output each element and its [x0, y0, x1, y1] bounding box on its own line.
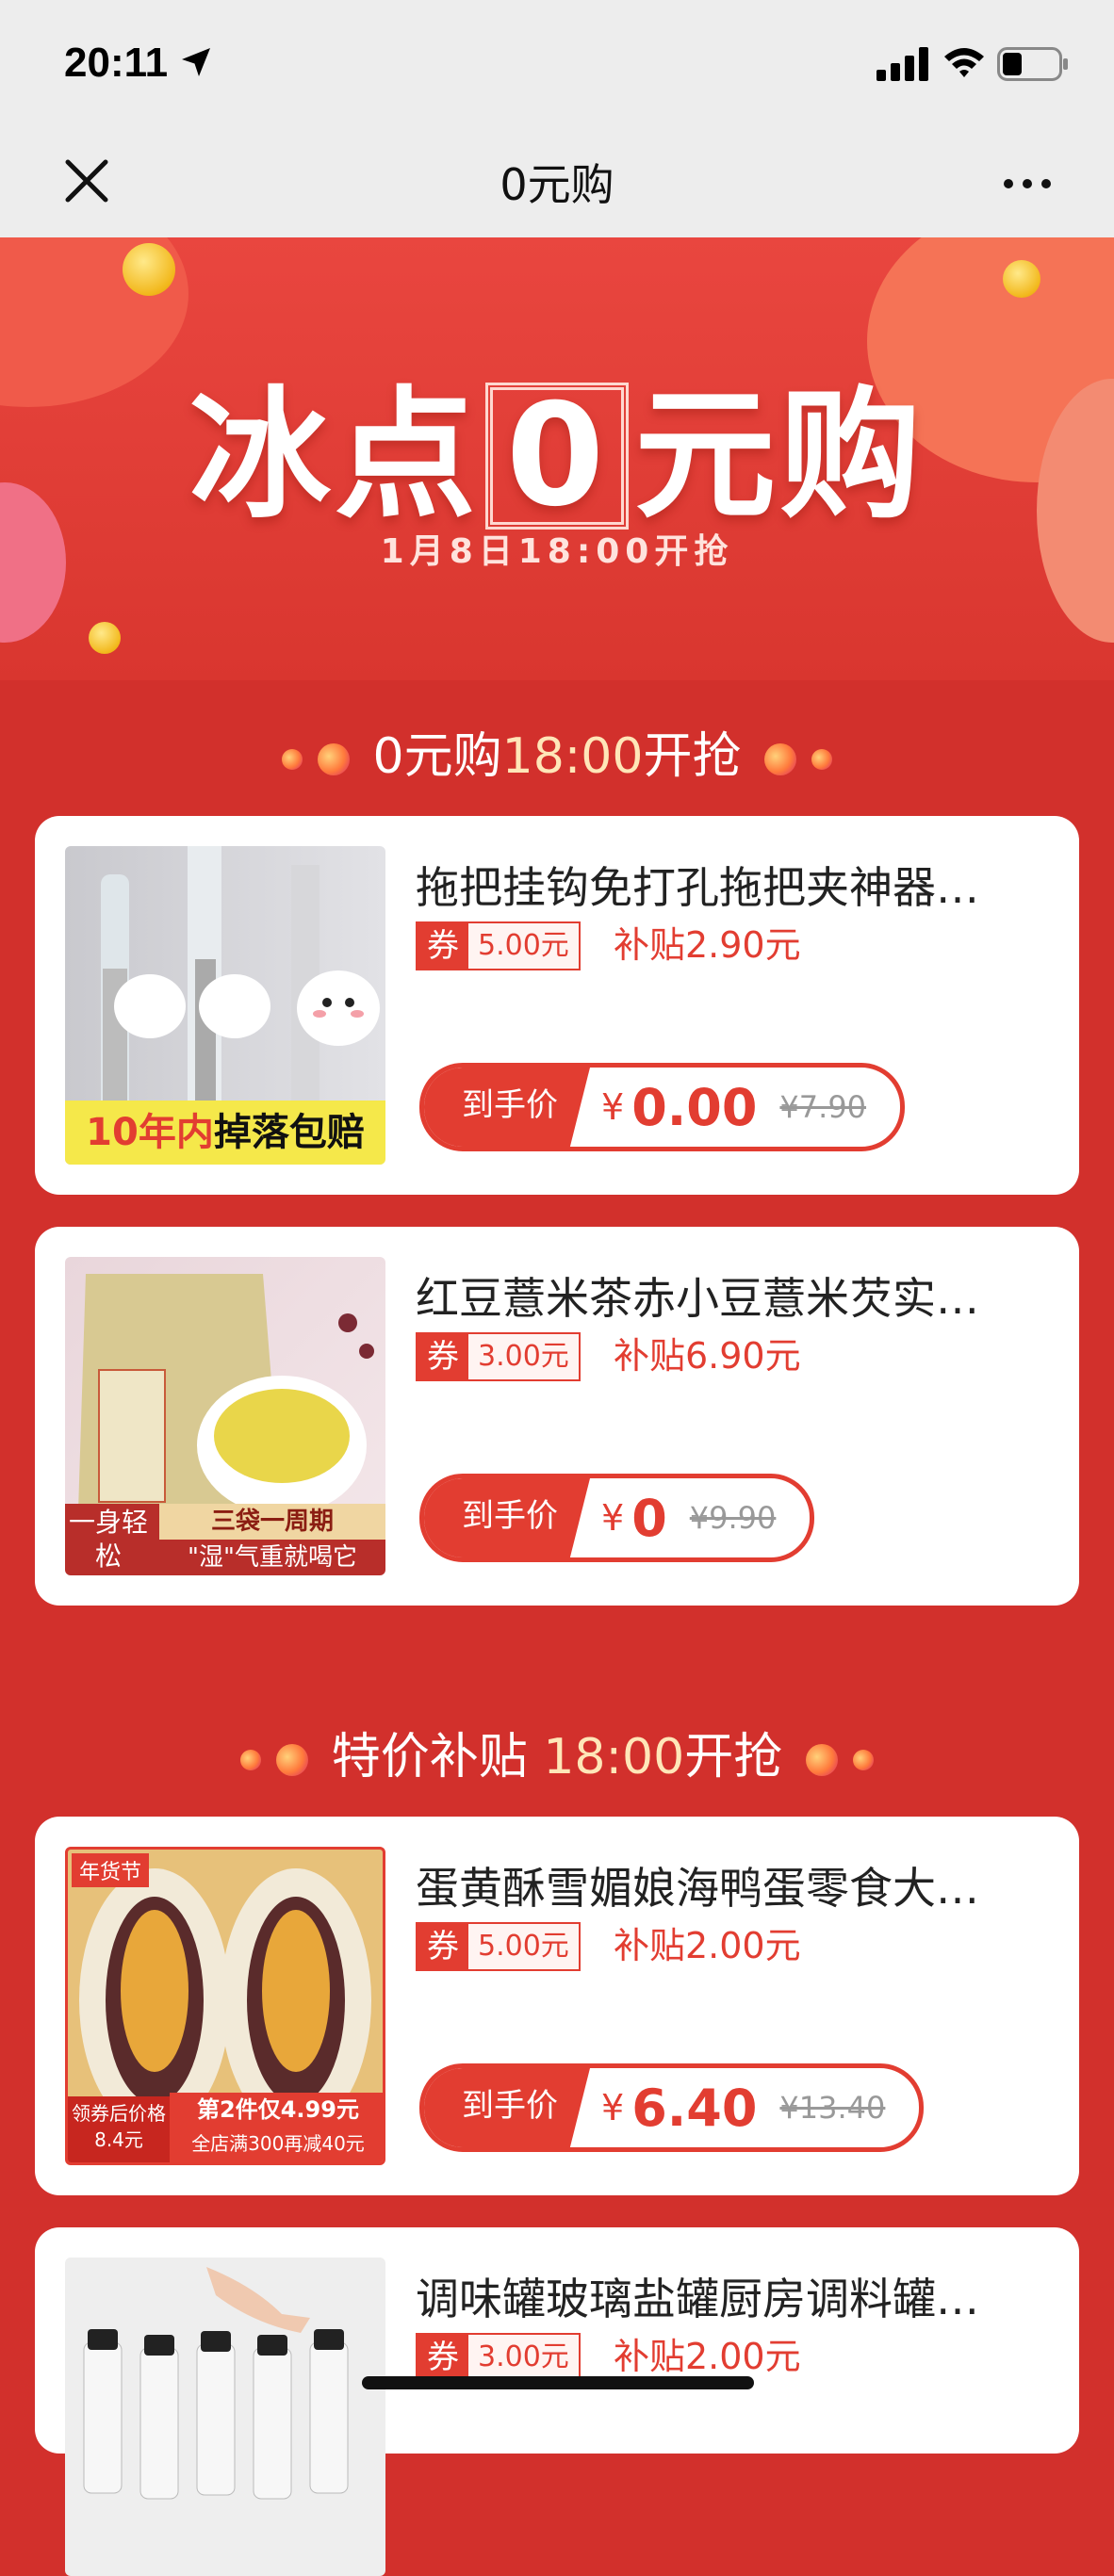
cellular-signal-icon: [876, 47, 928, 81]
product-card[interactable]: 年货节 第2件仅4.99元 全店满300再减40元 领券后价格 8.4元 蛋黄酥…: [35, 1817, 1079, 2195]
product-image: 年货节 第2件仅4.99元 全店满300再减40元 领券后价格 8.4元: [65, 1847, 385, 2165]
product-image: [65, 2258, 385, 2576]
thumb-caption: "湿"气重就喝它: [188, 1543, 357, 1572]
thumb-caption: 全店满300再减40元: [191, 2132, 365, 2155]
final-price: 0: [631, 1488, 667, 1548]
location-arrow-icon: [182, 48, 210, 76]
banner-date: 1月8日18:00开抢: [380, 532, 734, 571]
final-price: 0.00: [631, 1077, 758, 1137]
original-price: ¥9.90: [689, 1500, 777, 1536]
thumb-caption: 领券后价格 8.4元: [72, 2102, 166, 2151]
decor-orb-icon: [317, 743, 350, 775]
subsidy-text: 补贴6.90元: [614, 1335, 801, 1377]
decor-orb-icon: [805, 1744, 838, 1776]
status-bar: 20:11: [0, 0, 1114, 132]
coupon-badge: 券 3.00元: [416, 1332, 581, 1381]
final-price-pill[interactable]: 到手价 ¥ 6.40 ¥13.40: [419, 2063, 925, 2152]
original-price: ¥13.40: [779, 2090, 886, 2126]
gold-coin-icon: [123, 243, 175, 296]
decor-orb-icon: [811, 749, 833, 770]
subsidy-text: 补贴2.00元: [614, 2336, 801, 2377]
decor-orb-icon: [764, 743, 797, 775]
final-price-pill[interactable]: 到手价 ¥ 0 ¥9.90: [419, 1474, 815, 1562]
product-card[interactable]: 10年内掉落包赔 拖把挂钩免打孔拖把夹神器… 券 5.00元 补贴2.90元 到手…: [35, 816, 1079, 1195]
original-price: ¥7.90: [779, 1089, 867, 1125]
subsidy-text: 补贴2.00元: [614, 1925, 801, 1966]
decor-orb-icon: [281, 749, 303, 770]
product-title: 拖把挂钩免打孔拖把夹神器…: [416, 862, 979, 913]
decor-orb-icon: [852, 1750, 874, 1770]
more-icon[interactable]: [999, 160, 1056, 207]
product-title: 蛋黄酥雪媚娘海鸭蛋零食大…: [416, 1863, 979, 1914]
subsidy-text: 补贴2.90元: [614, 924, 801, 966]
status-time: 20:11: [64, 40, 169, 86]
decor-orb-icon: [240, 1750, 262, 1770]
thumb-caption: 一身轻松: [68, 1507, 148, 1572]
product-image: 一身轻松 三袋一周期 "湿"气重就喝它: [65, 1257, 385, 1575]
thumb-caption: 第2件仅4.99元: [197, 2096, 359, 2123]
wifi-icon: [944, 48, 984, 77]
nav-bar: 0元购: [0, 132, 1114, 237]
banner-title: 冰点 0 元购: [188, 374, 926, 538]
coupon-badge: 券 5.00元: [416, 921, 581, 970]
section-header-special-subsidy: 特价补贴 18:00开抢: [0, 1717, 1114, 1787]
battery-icon: [997, 47, 1068, 81]
product-card[interactable]: 一身轻松 三袋一周期 "湿"气重就喝它 红豆薏米茶赤小豆薏米芡实… 券 3.00元…: [35, 1227, 1079, 1606]
gold-coin-icon: [1003, 260, 1040, 298]
coupon-badge: 券 5.00元: [416, 1922, 581, 1971]
page-title: 0元购: [500, 159, 614, 210]
product-card[interactable]: 调味罐玻璃盐罐厨房调料罐… 券 3.00元 补贴2.00元: [35, 2227, 1079, 2576]
gold-coin-icon: [89, 622, 121, 654]
promo-banner: 冰点 0 元购 1月8日18:00开抢: [0, 237, 1114, 680]
product-image: 10年内掉落包赔: [65, 846, 385, 1165]
home-indicator[interactable]: [362, 2376, 754, 2389]
final-price-pill[interactable]: 到手价 ¥ 0.00 ¥7.90: [419, 1063, 906, 1151]
coupon-badge: 券 3.00元: [416, 2333, 581, 2382]
thumb-badge: 年货节: [72, 1853, 150, 1887]
product-title: 调味罐玻璃盐罐厨房调料罐…: [416, 2274, 979, 2324]
decor-orb-icon: [276, 1744, 309, 1776]
thumb-caption: 10年内掉落包赔: [86, 1111, 365, 1154]
product-title: 红豆薏米茶赤小豆薏米芡实…: [416, 1273, 979, 1324]
section-header-zero-buy: 0元购18:00开抢: [0, 716, 1114, 787]
final-price: 6.40: [631, 2078, 758, 2138]
thumb-caption: 三袋一周期: [159, 1504, 385, 1540]
